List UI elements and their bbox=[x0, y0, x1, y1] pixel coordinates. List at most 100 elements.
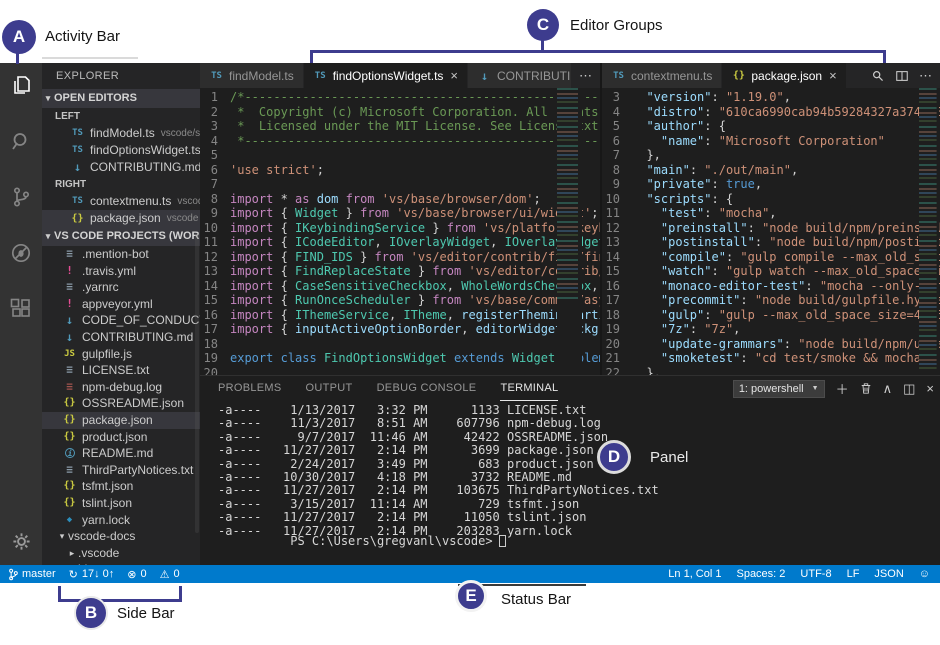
line-number: 18 bbox=[602, 308, 632, 323]
file-item[interactable]: ≡npm-debug.log bbox=[42, 379, 200, 396]
activity-bar-source-control[interactable] bbox=[0, 175, 42, 223]
open-editor-item[interactable]: ↓CONTRIBUTING.mdvscode bbox=[42, 159, 200, 176]
open-editor-item[interactable]: TSfindOptionsWidget.tsvsco... bbox=[42, 142, 200, 159]
list-file-icon: ≡ bbox=[62, 279, 77, 296]
close-icon[interactable]: × bbox=[829, 68, 837, 83]
editor-tab-package.json[interactable]: {}package.json× bbox=[722, 63, 846, 88]
code-line: 8import * as dom from 'vs/base/browser/d… bbox=[200, 192, 600, 207]
code-line: 18 bbox=[200, 337, 600, 352]
terminal-select[interactable]: 1: powershell ▼ bbox=[733, 380, 825, 398]
ts-file-icon: TS bbox=[70, 193, 85, 210]
file-name: vscode-docs bbox=[68, 528, 135, 545]
terminal-line: -a---- 11/3/2017 8:51 AM 607796 npm-debu… bbox=[218, 417, 936, 430]
more-icon[interactable]: ⋯ bbox=[919, 68, 932, 84]
file-item[interactable]: {}tslint.json bbox=[42, 495, 200, 512]
annotation-c-badge: C bbox=[527, 9, 559, 41]
line-number: 3 bbox=[200, 119, 230, 134]
activity-bar-debug[interactable] bbox=[0, 231, 42, 279]
panel-tab-output[interactable]: OUTPUT bbox=[306, 376, 353, 401]
status-item-warning[interactable]: ⚠0 bbox=[160, 568, 180, 581]
editor-group-left[interactable]: 1/*-------------------------------------… bbox=[200, 88, 600, 375]
status-item-utf-8[interactable]: UTF-8 bbox=[800, 568, 831, 580]
file-item[interactable]: {}product.json bbox=[42, 429, 200, 446]
minimap[interactable] bbox=[919, 88, 939, 375]
code-line: 2 * Copyright (c) Microsoft Corporation.… bbox=[200, 105, 600, 120]
code-line: 16 "monaco-editor-test": "mocha --only-m… bbox=[602, 279, 940, 294]
file-item[interactable]: ◆yarn.lock bbox=[42, 512, 200, 529]
folder-item[interactable]: ▸.vscode bbox=[42, 545, 200, 562]
file-item[interactable]: ↓CONTRIBUTING.md bbox=[42, 329, 200, 346]
more-icon[interactable]: ⋯ bbox=[579, 68, 592, 84]
terminal-cursor bbox=[499, 535, 506, 547]
editor-tab-bar: TSfindModel.tsTSfindOptionsWidget.ts×↓CO… bbox=[200, 63, 940, 88]
code-line: 17import { inputActiveOptionBorder, edit… bbox=[200, 322, 600, 337]
file-name: product.json bbox=[82, 429, 147, 446]
terminal-output[interactable]: -a---- 1/13/2017 3:32 PM 1133 LICENSE.tx… bbox=[218, 404, 936, 538]
status-bar-left: master ↻17↓ 0↑ ⊗0 ⚠0 bbox=[0, 568, 180, 581]
code-text: import { inputActiveOptionBorder, editor… bbox=[230, 322, 600, 336]
status-item-ln-1-col-1[interactable]: Ln 1, Col 1 bbox=[668, 568, 721, 580]
status-item-lf[interactable]: LF bbox=[847, 568, 860, 580]
code-line: 12 "preinstall": "node build/npm/preinst… bbox=[602, 221, 940, 236]
ts-file-icon: TS bbox=[70, 142, 85, 159]
status-item-feedback-smiley[interactable]: ☺ bbox=[919, 568, 930, 580]
activity-bar-explorer[interactable] bbox=[0, 63, 42, 111]
maximize-panel-icon[interactable]: ∧ bbox=[883, 379, 893, 398]
open-editor-item[interactable]: TScontextmenu.tsvscode/src/... bbox=[42, 193, 200, 210]
status-item-json[interactable]: JSON bbox=[874, 568, 903, 580]
open-editor-item[interactable]: TSfindModel.tsvscode/src/vs/... bbox=[42, 125, 200, 142]
file-item[interactable]: ≡LICENSE.txt bbox=[42, 362, 200, 379]
file-item[interactable]: ↓CODE_OF_CONDUCT.md bbox=[42, 312, 200, 329]
editor-tab-findModel.ts[interactable]: TSfindModel.ts bbox=[200, 63, 304, 88]
code-line: 4 "distro": "610ca6990cab94b59284327a374… bbox=[602, 105, 940, 120]
editor-tab-CONTRIBUTING.md[interactable]: ↓CONTRIBUTING.md bbox=[468, 63, 571, 88]
line-number: 10 bbox=[602, 192, 632, 207]
status-item-spaces-2[interactable]: Spaces: 2 bbox=[736, 568, 785, 580]
panel-tab-debug-console[interactable]: DEBUG CONSOLE bbox=[377, 376, 477, 401]
open-preview-icon[interactable] bbox=[871, 69, 885, 83]
file-item[interactable]: {}OSSREADME.json bbox=[42, 395, 200, 412]
close-panel-icon[interactable]: × bbox=[926, 379, 934, 398]
terminal-prompt[interactable]: PS C:\Users\gregvanl\vscode> bbox=[218, 520, 506, 562]
panel-tab-terminal[interactable]: TERMINAL bbox=[500, 376, 558, 401]
minimap[interactable] bbox=[557, 88, 582, 375]
file-item[interactable]: !.travis.yml bbox=[42, 263, 200, 280]
file-name: contextmenu.ts bbox=[90, 193, 171, 210]
file-item[interactable]: JSgulpfile.js bbox=[42, 346, 200, 363]
file-item[interactable]: ≡.mention-bot bbox=[42, 246, 200, 263]
code-line: 18 "gulp": "gulp --max_old_space_size=40… bbox=[602, 308, 940, 323]
new-terminal-icon[interactable]: ＋ bbox=[836, 379, 849, 398]
sidebar-scrollbar[interactable] bbox=[195, 233, 199, 533]
code-line: 10 "scripts": { bbox=[602, 192, 940, 207]
workspace-header[interactable]: ▾ VS CODE PROJECTS (WORKSPACE) bbox=[42, 227, 200, 246]
status-item-sync[interactable]: ↻17↓ 0↑ bbox=[69, 568, 115, 581]
open-editors-list: LEFTTSfindModel.tsvscode/src/vs/...TSfin… bbox=[42, 108, 200, 227]
file-item[interactable]: iREADME.md bbox=[42, 445, 200, 462]
close-icon[interactable]: × bbox=[450, 68, 458, 83]
panel-tab-problems[interactable]: PROBLEMS bbox=[218, 376, 282, 401]
file-item[interactable]: !appveyor.yml bbox=[42, 296, 200, 313]
editor-tab-findOptionsWidget.ts[interactable]: TSfindOptionsWidget.ts× bbox=[304, 63, 468, 88]
editor-group-right[interactable]: 3 "version": "1.19.0",4 "distro": "610ca… bbox=[600, 88, 940, 375]
editor-tab-contextmenu.ts[interactable]: TScontextmenu.ts bbox=[602, 63, 722, 88]
settings-button[interactable] bbox=[0, 527, 42, 561]
line-number: 20 bbox=[200, 366, 230, 376]
activity-bar-search[interactable] bbox=[0, 119, 42, 167]
split-editor-icon[interactable] bbox=[895, 69, 909, 83]
open-editor-item[interactable]: {}package.jsonvscode bbox=[42, 210, 200, 227]
activity-bar-extensions[interactable] bbox=[0, 287, 42, 335]
kill-terminal-icon[interactable] bbox=[860, 379, 872, 398]
folder-item[interactable]: ▾vscode-docs bbox=[42, 528, 200, 545]
split-panel-icon[interactable]: ◫ bbox=[903, 379, 915, 398]
code-line: 22 }, bbox=[602, 366, 940, 376]
code-text: "test": "mocha", bbox=[632, 206, 777, 220]
status-item-git-branch[interactable]: master bbox=[8, 568, 56, 581]
open-editors-header[interactable]: ▾ OPEN EDITORS bbox=[42, 89, 200, 108]
file-item[interactable]: {}tsfmt.json bbox=[42, 478, 200, 495]
file-item[interactable]: {}package.json bbox=[42, 412, 200, 429]
ts-file-icon: TS bbox=[313, 71, 328, 81]
file-item[interactable]: ≡.yarnrc bbox=[42, 279, 200, 296]
terminal-line: -a---- 10/30/2017 4:18 PM 3732 README.md bbox=[218, 471, 936, 484]
file-item[interactable]: ≡ThirdPartyNotices.txt bbox=[42, 462, 200, 479]
status-item-error[interactable]: ⊗0 bbox=[127, 568, 146, 581]
